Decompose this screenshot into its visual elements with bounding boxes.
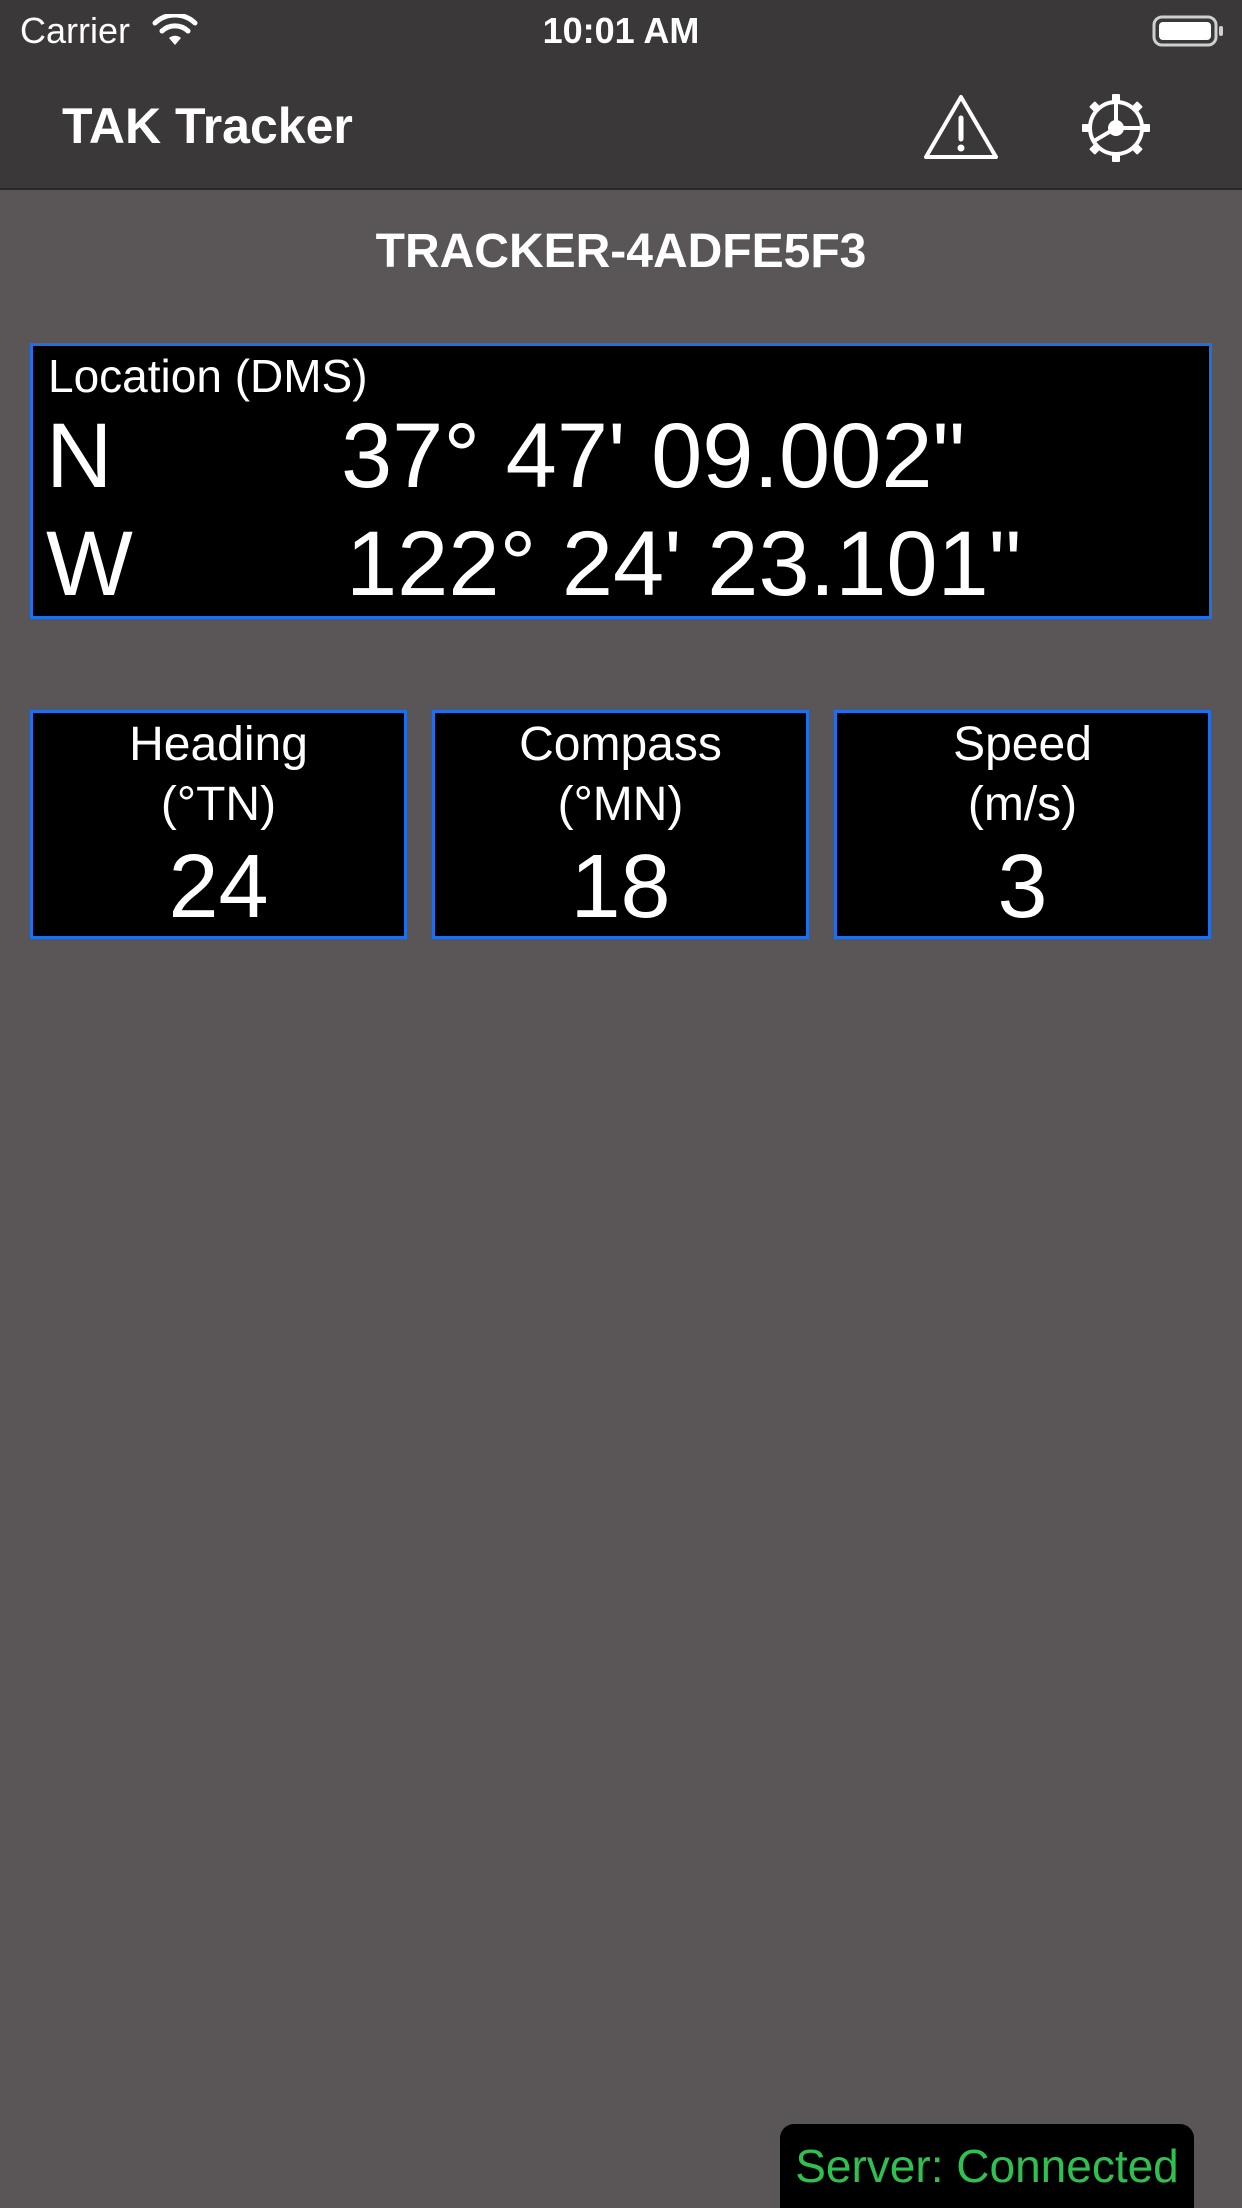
speed-unit: (m/s) (967, 778, 1078, 831)
navigation-bar: TAK Tracker (0, 62, 1242, 190)
heading-title: Heading (129, 718, 308, 771)
heading-value: 24 (168, 837, 269, 937)
app-title: TAK Tracker (62, 98, 353, 154)
latitude-value: 37° 47' 09.002" (341, 405, 966, 507)
compass-unit: (°MN) (557, 778, 684, 831)
gear-icon[interactable] (1078, 90, 1154, 166)
location-label: Location (DMS) (48, 350, 368, 402)
compass-title: Compass (519, 718, 722, 771)
longitude-hemisphere: W (46, 513, 133, 615)
server-status-badge: Server: Connected (780, 2124, 1194, 2208)
compass-panel: Compass (°MN) 18 (432, 710, 809, 939)
tracker-device-name: TRACKER-4ADFE5F3 (375, 225, 867, 278)
latitude-hemisphere: N (46, 405, 113, 507)
speed-value: 3 (997, 837, 1048, 937)
heading-unit: (°TN) (160, 778, 277, 831)
warning-triangle-icon[interactable] (922, 92, 1000, 162)
battery-icon (1152, 15, 1223, 47)
longitude-value: 122° 24' 23.101" (346, 513, 1022, 615)
status-bar: Carrier 10:01 AM (0, 0, 1242, 62)
speed-panel: Speed (m/s) 3 (834, 710, 1211, 939)
location-panel: Location (DMS) N 37° 47' 09.002" W 122° … (30, 343, 1212, 619)
compass-value: 18 (570, 837, 671, 937)
clock-time: 10:01 AM (542, 10, 700, 51)
speed-title: Speed (953, 718, 1092, 771)
heading-panel: Heading (°TN) 24 (30, 710, 407, 939)
